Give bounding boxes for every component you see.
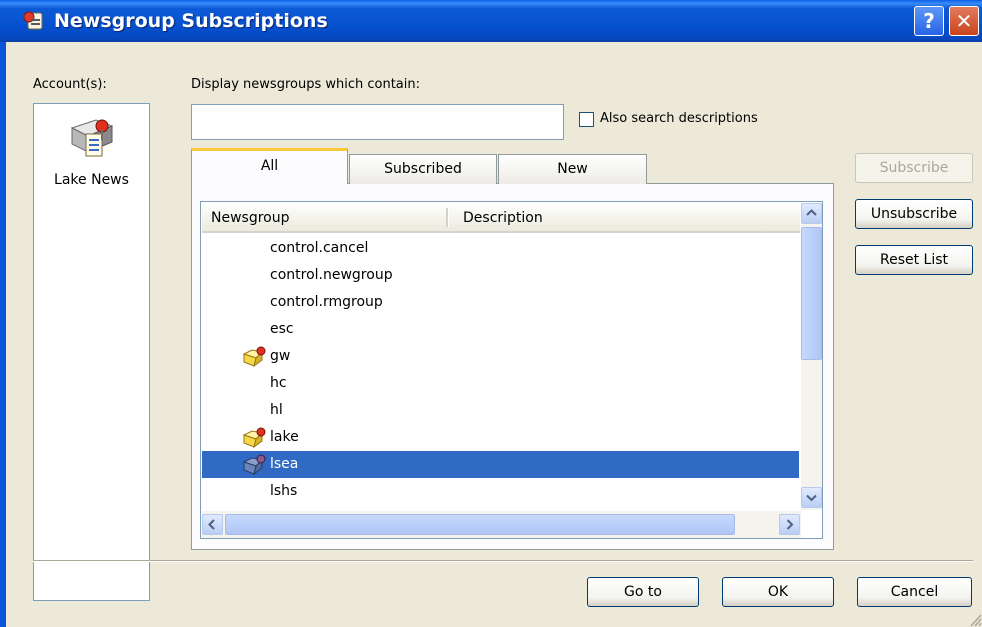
scroll-up-button[interactable] (801, 203, 822, 224)
column-header-newsgroup[interactable]: Newsgroup (211, 203, 290, 233)
list-item[interactable]: lake (202, 424, 799, 451)
list-item[interactable]: hc (202, 370, 799, 397)
list-item[interactable]: esc (202, 316, 799, 343)
list-item[interactable]: hl (202, 397, 799, 424)
horizontal-scrollbar[interactable] (202, 511, 801, 538)
tab-new[interactable]: New (498, 154, 647, 184)
list-item[interactable]: gw (202, 343, 799, 370)
list-item[interactable]: control.cancel (202, 235, 799, 262)
go-to-button[interactable]: Go to (587, 577, 699, 607)
search-label: Display newsgroups which contain: (191, 77, 420, 92)
account-name: Lake News (54, 172, 129, 188)
newsgroup-name: control.rmgroup (270, 294, 383, 310)
also-search-descriptions-label: Also search descriptions (600, 111, 758, 126)
list-item[interactable]: control.newgroup (202, 262, 799, 289)
subscribed-folder-icon (242, 427, 266, 449)
ok-button[interactable]: OK (722, 577, 834, 607)
newsgroup-name: lsea (270, 456, 299, 472)
newsgroup-name: lshs (270, 483, 298, 499)
list-item[interactable]: control.rmgroup (202, 289, 799, 316)
reset-list-button[interactable]: Reset List (855, 245, 973, 275)
newsgroup-name: esc (270, 321, 294, 337)
accounts-label: Account(s): (33, 77, 107, 92)
window-title: Newsgroup Subscriptions (54, 10, 328, 32)
tab-all[interactable]: All (191, 148, 348, 184)
newsgroup-name: gw (270, 348, 291, 364)
chevron-down-icon (806, 494, 817, 502)
horizontal-scroll-thumb[interactable] (225, 514, 735, 535)
news-server-icon (70, 119, 114, 157)
chevron-left-icon (208, 519, 215, 530)
list-header: Newsgroup Description (202, 203, 800, 233)
cancel-button[interactable]: Cancel (857, 577, 972, 607)
close-icon: ✕ (955, 9, 973, 33)
vertical-scrollbar[interactable] (801, 203, 822, 510)
chevron-right-icon (786, 519, 794, 530)
unsubscribe-button[interactable]: Unsubscribe (855, 199, 973, 229)
accounts-list[interactable]: Lake News (33, 103, 150, 601)
newsgroup-list[interactable]: Newsgroup Description control.cancel con… (200, 201, 823, 539)
divider (33, 560, 973, 562)
subscribed-folder-icon (242, 346, 266, 368)
vertical-scroll-thumb[interactable] (801, 227, 822, 360)
subscribed-folder-icon (242, 454, 266, 476)
newsgroup-name: control.cancel (270, 240, 369, 256)
list-item-selected[interactable]: lsea (202, 451, 799, 478)
title-bar[interactable]: Newsgroup Subscriptions ? ✕ (0, 0, 982, 42)
tab-subscribed[interactable]: Subscribed (349, 154, 497, 184)
also-search-descriptions-checkbox[interactable] (579, 112, 594, 127)
newsgroup-subscriptions-dialog: Newsgroup Subscriptions ? ✕ Account(s): … (0, 0, 982, 627)
scroll-right-button[interactable] (779, 514, 800, 535)
window-frame-left (0, 42, 6, 627)
list-item[interactable]: lshs (202, 478, 799, 505)
scroll-left-button[interactable] (202, 514, 223, 535)
column-header-description[interactable]: Description (463, 203, 543, 233)
scroll-down-button[interactable] (801, 487, 822, 508)
help-icon: ? (923, 9, 935, 33)
newsgroup-app-icon (23, 11, 43, 30)
newsgroup-name: lake (270, 429, 299, 445)
newsgroup-name: hc (270, 375, 287, 391)
column-separator[interactable] (446, 208, 449, 227)
newsgroup-name: control.newgroup (270, 267, 393, 283)
subscribe-button[interactable]: Subscribe (855, 153, 973, 183)
resize-grip-icon[interactable] (968, 612, 982, 627)
close-button[interactable]: ✕ (949, 6, 979, 36)
newsgroup-name: hl (270, 402, 283, 418)
search-input[interactable] (191, 104, 564, 140)
chevron-up-icon (806, 209, 817, 216)
help-button[interactable]: ? (914, 6, 944, 36)
